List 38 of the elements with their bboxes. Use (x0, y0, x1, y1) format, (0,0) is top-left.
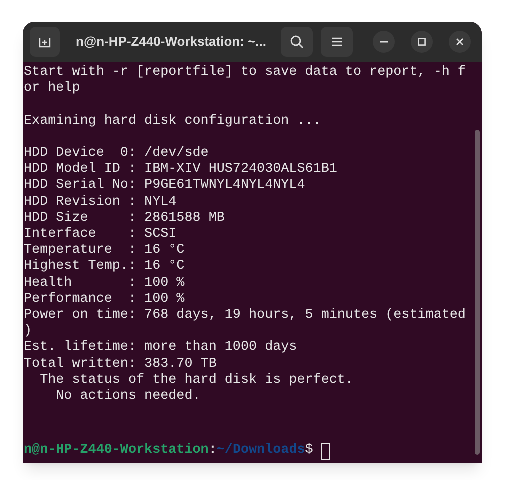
search-icon (290, 35, 304, 49)
prompt-user-host: n@n-HP-Z440-Workstation (24, 443, 209, 460)
output-line: Temperature : 16 °C (24, 243, 185, 258)
output-line: Power on time: 768 days, 19 hours, 5 minutes (estimated (24, 308, 466, 324)
prompt-symbol: $ (305, 443, 314, 460)
menu-icon (331, 37, 343, 47)
output-line: Est. lifetime: more than 1000 days (24, 340, 298, 356)
prompt-path: ~/Downloads (216, 443, 306, 460)
output-line: Interface : SCSI (24, 227, 177, 242)
output-line: HDD Serial No: P9GE61TWNYL4NYL4NYL4 (24, 178, 306, 194)
scrollbar[interactable] (474, 130, 480, 455)
maximize-button[interactable] (411, 31, 433, 53)
output-line: HDD Size : 2861588 MB (24, 210, 225, 226)
new-tab-icon (38, 35, 52, 49)
output-line: HDD Model ID : IBM-XIV HUS724030ALS61B1 (24, 162, 338, 178)
output-line: No actions needed. (55, 389, 201, 404)
output-line: Examining hard disk configuration ... (24, 114, 322, 129)
output-line: or help (24, 81, 80, 96)
search-button[interactable] (281, 27, 313, 57)
new-tab-button[interactable] (30, 27, 60, 57)
close-icon (456, 38, 464, 46)
menu-button[interactable] (321, 27, 353, 57)
output-line: Health : 100 % (24, 276, 185, 291)
output-line: Highest Temp.: 16 °C (24, 259, 185, 274)
output-line: HDD Revision : NYL4 (24, 194, 177, 210)
cursor (321, 443, 330, 460)
output-line: Performance : 100 % (24, 292, 185, 307)
maximize-icon (418, 38, 426, 46)
prompt-separator: : (208, 443, 217, 460)
minimize-icon (380, 41, 388, 43)
window-title: n@n-HP-Z440-Workstation: ~... (75, 33, 268, 52)
output-line: Start with -r [reportfile] to save data to report, -h f (24, 65, 466, 80)
output-line: Total written: 383.70 TB (24, 356, 217, 372)
output-line: HDD Device 0: /dev/sde (24, 146, 209, 161)
close-button[interactable] (449, 31, 471, 53)
minimize-button[interactable] (373, 31, 395, 53)
output-line: ) (24, 324, 32, 340)
output-line: The status of the hard disk is perfect. (39, 372, 354, 388)
